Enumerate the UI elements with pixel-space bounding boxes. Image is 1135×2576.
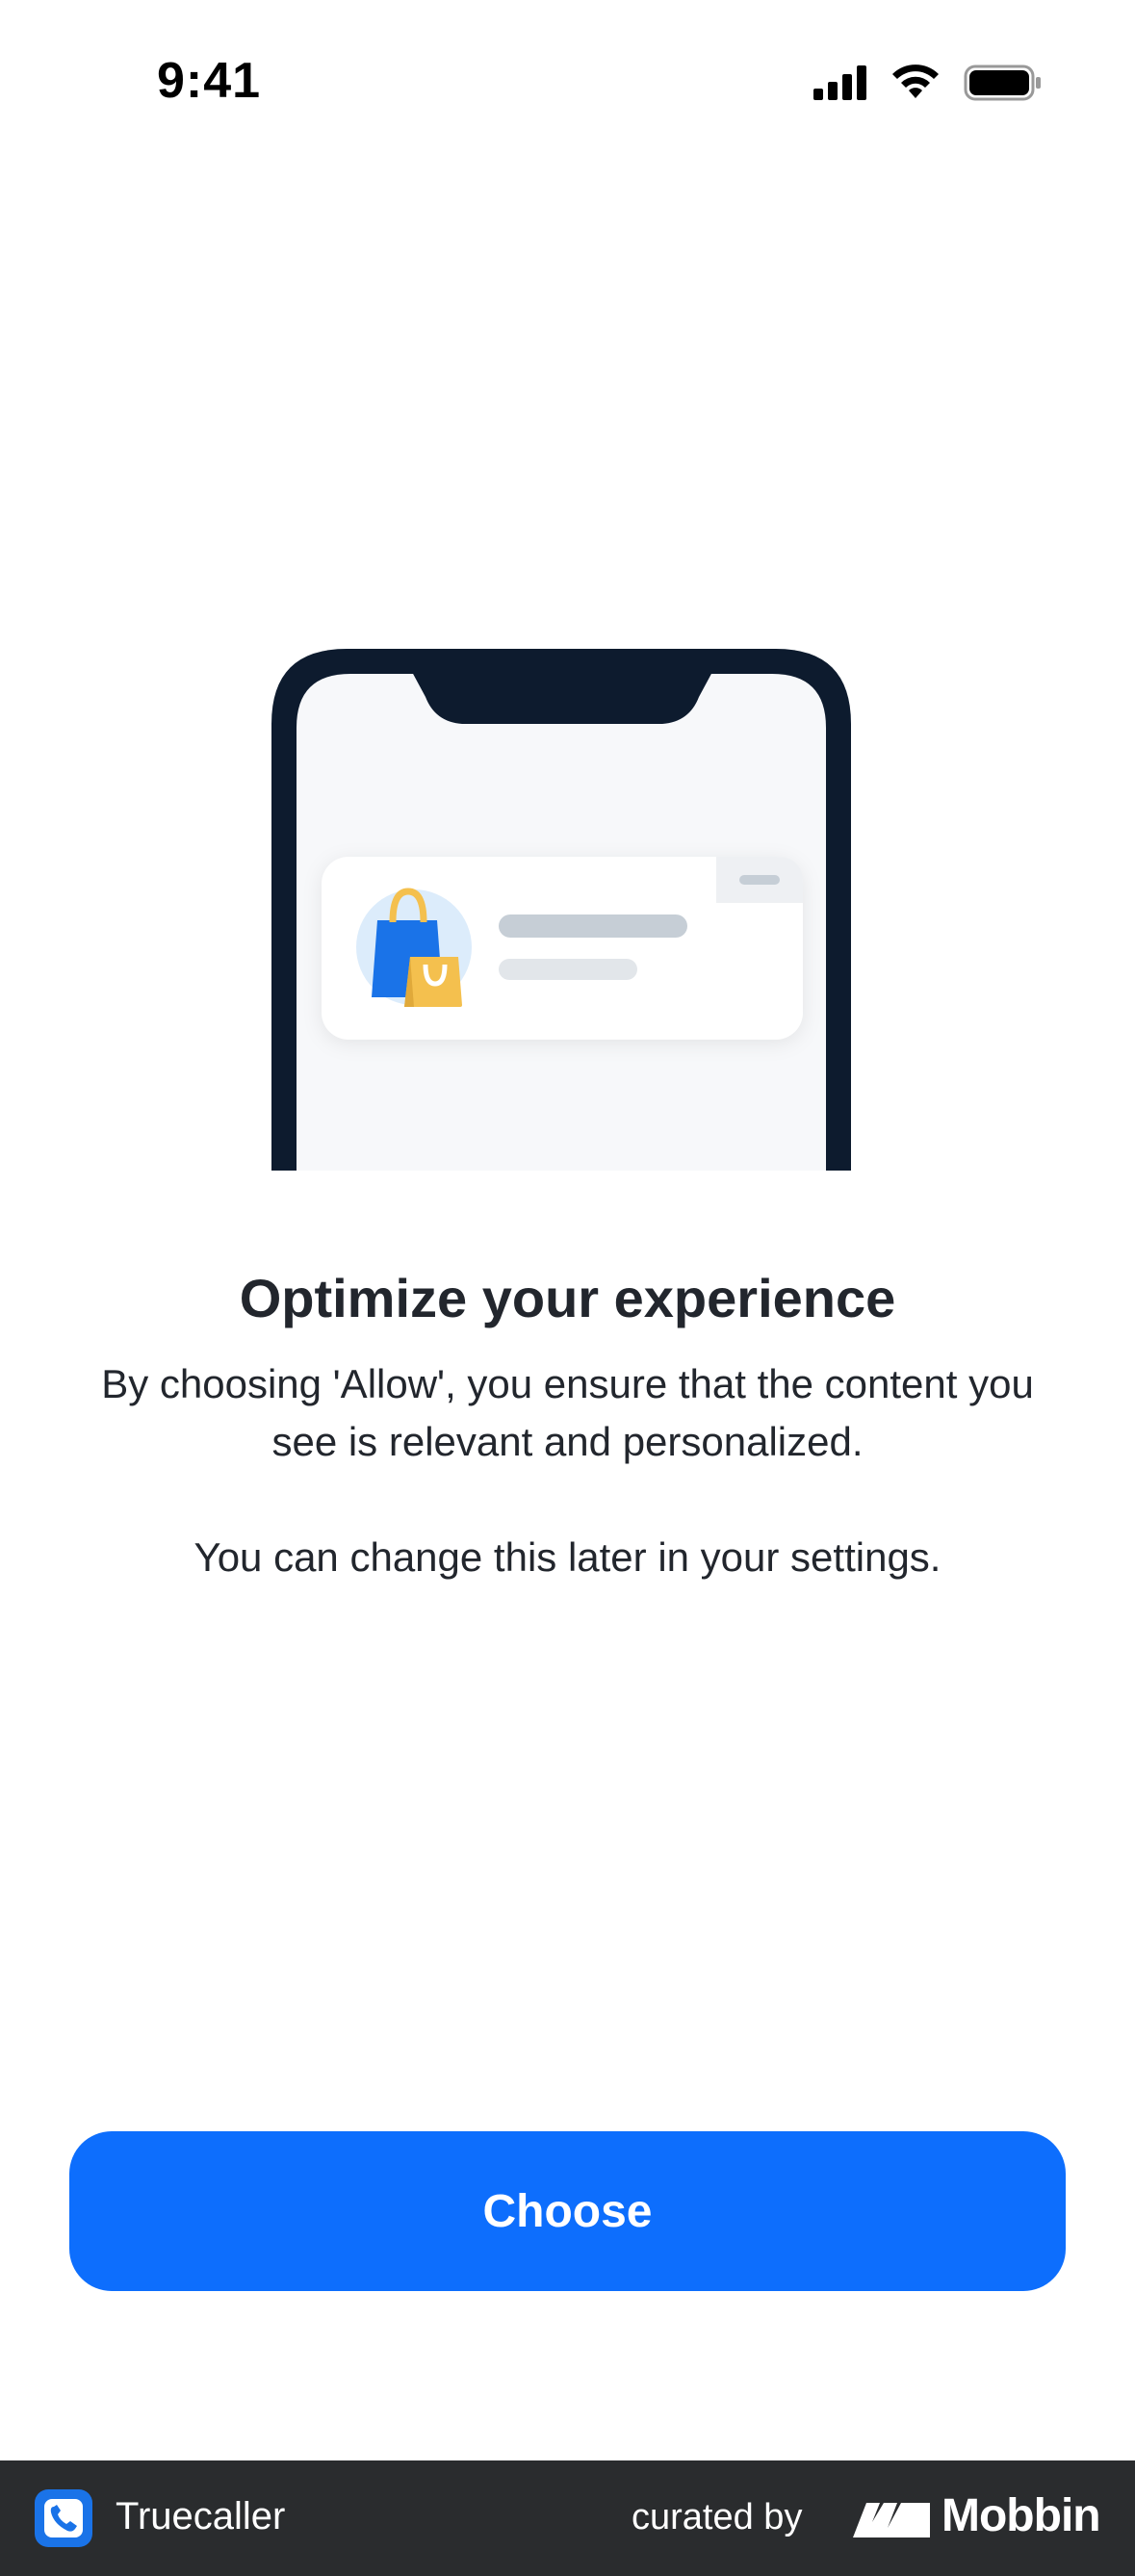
- page-title: Optimize your experience: [239, 1268, 896, 1328]
- notification-card: [322, 857, 803, 1040]
- footer-app-name: Truecaller: [116, 2495, 286, 2537]
- footer-bar: Truecaller curated by Mobbin: [0, 2460, 1135, 2576]
- status-bar: 9:41: [0, 0, 1135, 169]
- footer-curated-label: curated by: [632, 2497, 803, 2537]
- choose-button[interactable]: Choose: [69, 2131, 1066, 2291]
- footer-brand-name: Mobbin: [942, 2490, 1101, 2541]
- cellular-signal-icon: [813, 65, 866, 100]
- status-icons: [812, 64, 1043, 106]
- settings-note-text: You can change this later in your settin…: [193, 1534, 942, 1580]
- battery-icon: [964, 64, 1041, 101]
- truecaller-app-icon: [35, 2489, 92, 2547]
- mobbin-logo-icon: [853, 2503, 930, 2537]
- shopping-bags-icon: [356, 888, 472, 1007]
- wifi-icon: [892, 64, 939, 98]
- description-text: By choosing 'Allow', you ensure that the…: [101, 1361, 1034, 1464]
- status-time: 9:41: [157, 53, 262, 109]
- phone-illustration: [270, 647, 853, 1171]
